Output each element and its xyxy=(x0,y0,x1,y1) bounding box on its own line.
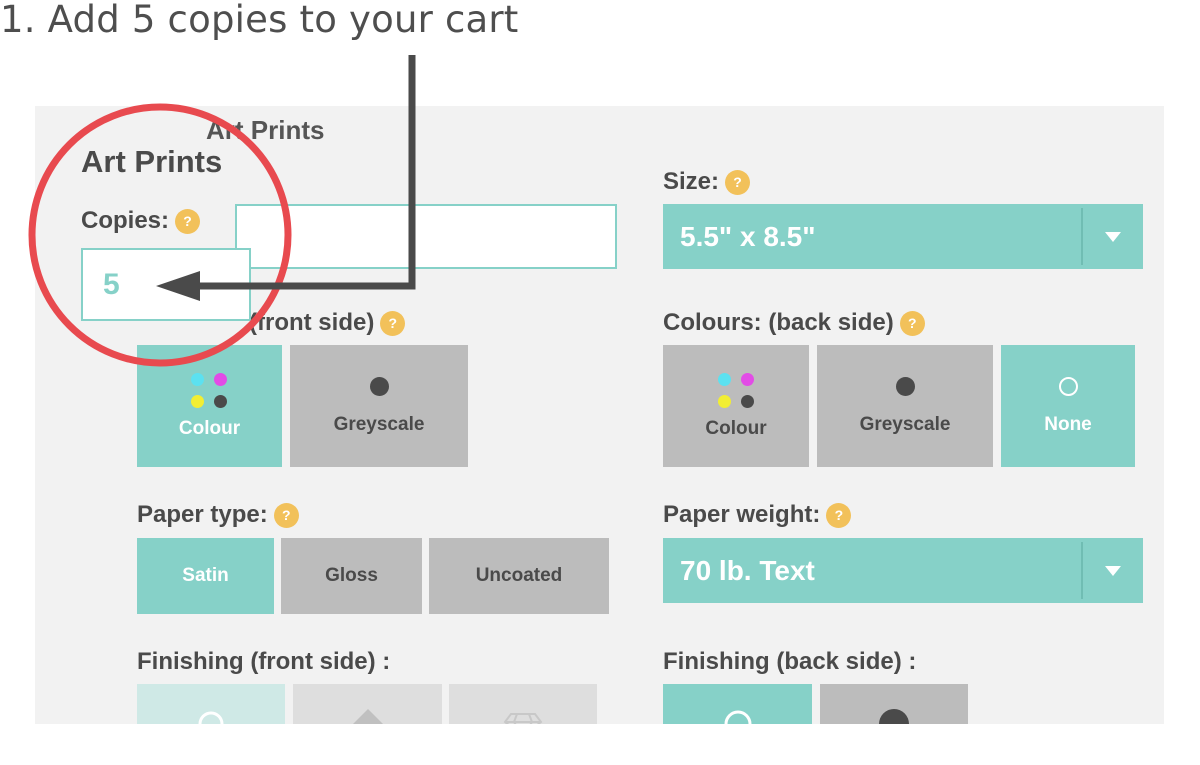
select-divider xyxy=(1081,208,1083,265)
filled-circle-icon xyxy=(895,376,915,396)
empty-circle-icon xyxy=(1058,376,1078,396)
size-label: Size:? xyxy=(663,168,751,196)
colours-back-label: Colours: (back side)? xyxy=(663,309,925,337)
help-icon[interactable]: ? xyxy=(725,170,751,196)
dropdown-caret-icon xyxy=(1105,231,1121,242)
arrow-icon xyxy=(156,55,416,301)
finishing-front-matte-option[interactable] xyxy=(293,684,442,724)
option-label: Uncoated xyxy=(475,565,563,586)
paper-weight-selected-value: 70 lb. Text xyxy=(680,554,815,586)
paper-type-uncoated-option[interactable]: Uncoated xyxy=(429,538,609,614)
option-label: Greyscale xyxy=(859,413,951,435)
filled-circle-icon xyxy=(879,709,909,724)
paper-weight-select[interactable]: 70 lb. Text xyxy=(663,538,1143,603)
size-select[interactable]: 5.5" x 8.5" xyxy=(663,204,1143,269)
help-icon[interactable]: ? xyxy=(273,503,299,529)
finishing-front-gloss-option[interactable] xyxy=(449,684,597,724)
help-icon[interactable]: ? xyxy=(380,311,406,337)
select-divider xyxy=(1081,542,1083,599)
paper-type-satin-option[interactable]: Satin xyxy=(137,538,274,614)
colours-back-none-option[interactable]: None xyxy=(1001,345,1135,467)
finishing-front-none-option[interactable] xyxy=(137,684,285,724)
diamond-icon xyxy=(352,709,383,724)
option-label: Colour xyxy=(705,417,767,439)
empty-circle-icon xyxy=(198,711,224,724)
instruction-caption: 1. Add 5 copies to your cart xyxy=(0,0,519,41)
paper-weight-label: Paper weight:? xyxy=(663,501,852,529)
option-label: Colour xyxy=(178,417,241,439)
option-label: None xyxy=(1044,413,1092,435)
finishing-back-matte-option[interactable] xyxy=(820,684,968,724)
option-label: Gloss xyxy=(325,565,378,586)
finishing-front-label: Finishing (front side) : xyxy=(137,648,391,675)
paper-type-label: Paper type:? xyxy=(137,501,299,529)
colours-back-label-text: Colours: (back side) xyxy=(663,309,894,336)
filled-circle-icon xyxy=(369,376,389,396)
finishing-back-none-option[interactable] xyxy=(663,684,812,724)
paper-weight-label-text: Paper weight: xyxy=(663,501,821,528)
cmyk-dots-icon xyxy=(717,372,755,408)
empty-circle-icon xyxy=(724,710,751,724)
dropdown-caret-icon xyxy=(1105,565,1121,576)
finishing-back-label: Finishing (back side) : xyxy=(663,648,917,675)
help-icon[interactable]: ? xyxy=(826,503,852,529)
option-label: Greyscale xyxy=(333,413,425,435)
colours-back-greyscale-option[interactable]: Greyscale xyxy=(817,345,993,467)
colours-front-greyscale-option[interactable]: Greyscale xyxy=(290,345,468,467)
colours-back-colour-option[interactable]: Colour xyxy=(663,345,809,467)
gem-icon xyxy=(503,713,543,724)
size-label-text: Size: xyxy=(663,168,720,195)
help-icon[interactable]: ? xyxy=(899,311,925,337)
option-label: Satin xyxy=(182,565,229,586)
paper-type-label-text: Paper type: xyxy=(137,501,268,528)
size-selected-value: 5.5" x 8.5" xyxy=(680,220,816,252)
paper-type-gloss-option[interactable]: Gloss xyxy=(281,538,422,614)
